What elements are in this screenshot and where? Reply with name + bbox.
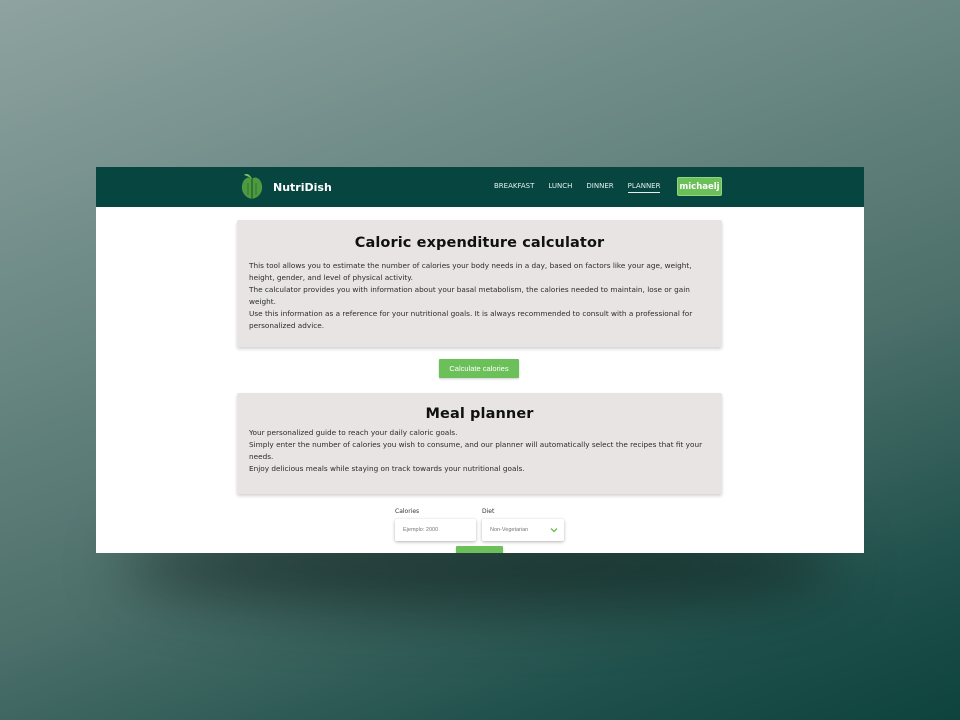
nav-links: BREAKFAST LUNCH DINNER PLANNER [494,182,674,193]
nav-dinner[interactable]: DINNER [586,182,613,193]
nav-breakfast[interactable]: BREAKFAST [494,182,534,193]
planner-submit-button[interactable] [456,546,503,553]
leaf-logo-icon [241,174,263,199]
planner-card: Meal planner Your personalized guide to … [237,393,722,494]
navbar: NutriDish BREAKFAST LUNCH DINNER PLANNER… [96,167,864,207]
diet-label: Diet [482,508,495,515]
user-button[interactable]: michaelj [677,177,722,196]
calculator-card: Caloric expenditure calculator This tool… [237,220,722,347]
calculator-text-1: This tool allows you to estimate the num… [249,261,692,282]
nav-planner[interactable]: PLANNER [627,182,661,193]
browser-window: NutriDish BREAKFAST LUNCH DINNER PLANNER… [96,167,864,553]
brand[interactable]: NutriDish [239,173,332,201]
diet-select[interactable]: Non-Vegetarian [482,519,564,541]
calculator-text-2: The calculator provides you with informa… [249,285,690,306]
diet-value: Non-Vegetarian [490,527,529,533]
planner-text-3: Enjoy delicious meals while staying on t… [249,464,525,473]
planner-text-1: Your personalized guide to reach your da… [249,428,458,437]
calculator-title: Caloric expenditure calculator [354,235,605,251]
calculate-calories-button[interactable]: Calculate calories [439,359,519,378]
planner-title: Meal planner [425,406,534,422]
chevron-down-icon [550,528,558,533]
calories-input[interactable]: Ejemplo: 2000 [395,519,476,541]
calories-label: Calories [395,508,420,515]
nav-lunch[interactable]: LUNCH [548,182,572,193]
calculator-text-3: Use this information as a reference for … [249,309,693,330]
brand-name: NutriDish [273,180,332,194]
planner-text-2: Simply enter the number of calories you … [249,440,703,461]
